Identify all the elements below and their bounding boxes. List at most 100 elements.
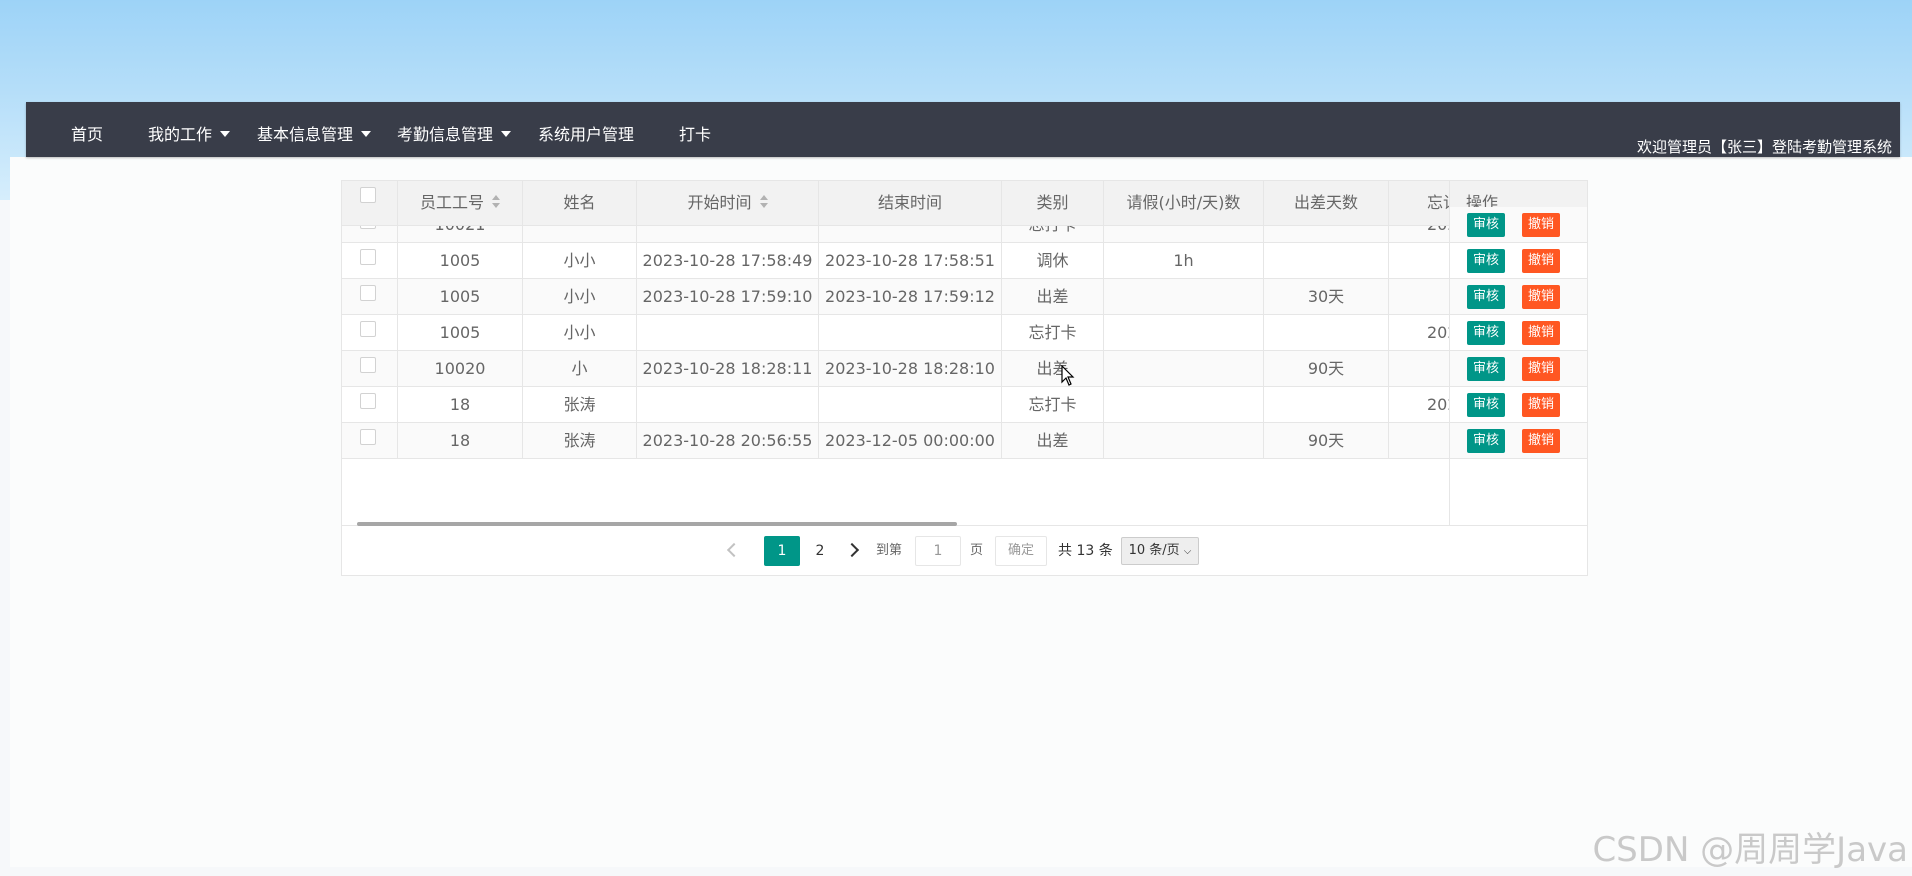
row-select-cell: [342, 225, 398, 242]
page-1-button[interactable]: 1: [764, 536, 800, 566]
approve-button[interactable]: 审核: [1467, 429, 1506, 453]
cell-type: 出差: [1002, 423, 1104, 458]
cell-name: 小小: [523, 279, 637, 314]
nav-attendance[interactable]: 考勤信息管理: [397, 102, 512, 157]
cell-start: 2023-10-28 17:58:49: [637, 243, 819, 278]
nav-basic-info[interactable]: 基本信息管理: [257, 102, 372, 157]
row-checkbox[interactable]: [360, 393, 376, 409]
top-navbar: 首页 我的工作 基本信息管理 考勤信息管理 系统用户管理 打卡: [26, 102, 1900, 157]
row-checkbox[interactable]: [360, 285, 376, 301]
table-row: 18 张涛 2023-10-28 20:56:55 2023-12-05 00:00:…: [342, 423, 1587, 459]
cell-end: 2023-10-28 18:28:10: [819, 351, 1002, 386]
attendance-table: 员工工号 姓名 开始时间 结束时间 类别 请假(小时/天)数 出差天数 忘记 1…: [341, 180, 1588, 576]
cell-start: [637, 225, 819, 242]
page-suffix-label: 页: [970, 543, 984, 558]
prev-page-button[interactable]: [724, 536, 744, 566]
watermark: CSDN @周周学Java: [1592, 830, 1908, 870]
nav-my-work[interactable]: 我的工作: [148, 102, 231, 157]
page-2-button[interactable]: 2: [808, 536, 832, 566]
cell-name: 张涛: [523, 423, 637, 458]
operation-cell: 审核 撤销: [1450, 351, 1587, 387]
cell-end: [819, 387, 1002, 422]
header-end-time: 结束时间: [819, 181, 1002, 225]
cell-trip: [1264, 225, 1389, 242]
cell-end: 2023-10-28 17:58:51: [819, 243, 1002, 278]
cell-end: [819, 225, 1002, 242]
cell-leave: [1104, 351, 1264, 386]
cell-trip: [1264, 243, 1389, 278]
cell-leave: [1104, 315, 1264, 350]
header-type: 类别: [1002, 181, 1104, 225]
operation-cell: 审核 撤销: [1450, 387, 1587, 423]
cell-emp-no: 1005: [398, 243, 523, 278]
approve-button[interactable]: 审核: [1467, 285, 1506, 309]
revoke-button[interactable]: 撤销: [1522, 213, 1561, 237]
header-trip-days: 出差天数: [1264, 181, 1389, 225]
cell-start: 2023-10-28 20:56:55: [637, 423, 819, 458]
cell-leave: 1h: [1104, 243, 1264, 278]
cell-end: [819, 315, 1002, 350]
table-body: 10021一忘打卡2021005小小2023-10-28 17:58:49202…: [342, 225, 1587, 525]
approve-button[interactable]: 审核: [1467, 213, 1506, 237]
header-start-time[interactable]: 开始时间: [637, 181, 819, 225]
cell-type: 出差: [1002, 351, 1104, 386]
nav-home[interactable]: 首页: [71, 102, 103, 157]
goto-page-input[interactable]: 1: [915, 536, 961, 566]
header-leave: 请假(小时/天)数: [1104, 181, 1264, 225]
revoke-button[interactable]: 撤销: [1522, 321, 1561, 345]
select-all-checkbox[interactable]: [360, 187, 376, 203]
cell-leave: [1104, 225, 1264, 242]
cell-trip: 90天: [1264, 423, 1389, 458]
revoke-button[interactable]: 撤销: [1522, 357, 1561, 381]
goto-confirm-button[interactable]: 确定: [995, 536, 1047, 566]
operation-cell: 审核 撤销: [1450, 207, 1587, 243]
revoke-button[interactable]: 撤销: [1522, 429, 1561, 453]
chevron-right-icon: [844, 542, 860, 558]
caret-down-icon: [220, 130, 231, 137]
row-select-cell: [342, 279, 398, 314]
caret-down-icon: [501, 130, 512, 137]
row-select-cell: [342, 387, 398, 422]
cell-trip: 90天: [1264, 351, 1389, 386]
cell-type: 出差: [1002, 279, 1104, 314]
row-checkbox[interactable]: [360, 429, 376, 445]
approve-button[interactable]: 审核: [1467, 321, 1506, 345]
revoke-button[interactable]: 撤销: [1522, 249, 1561, 273]
header-name: 姓名: [523, 181, 637, 225]
revoke-button[interactable]: 撤销: [1522, 393, 1561, 417]
approve-button[interactable]: 审核: [1467, 393, 1506, 417]
cell-start: 2023-10-28 17:59:10: [637, 279, 819, 314]
operation-cell: 审核 撤销: [1450, 423, 1587, 459]
header-emp-no[interactable]: 员工工号: [398, 181, 523, 225]
row-select-cell: [342, 423, 398, 458]
sort-icon[interactable]: [492, 194, 500, 209]
approve-button[interactable]: 审核: [1467, 249, 1506, 273]
cell-name: 小: [523, 351, 637, 386]
next-page-button[interactable]: [842, 536, 862, 566]
cell-emp-no: 18: [398, 423, 523, 458]
operation-column: 操作 审核 撤销 审核 撤销 审核 撤销 审核 撤销 审核 撤销 审核 撤销 审核 撤销: [1449, 181, 1587, 525]
nav-clock-in[interactable]: 打卡: [679, 102, 711, 157]
page-size-select[interactable]: 10 条/页 ⌵: [1121, 537, 1199, 565]
cell-trip: [1264, 387, 1389, 422]
cell-type: 忘打卡: [1002, 387, 1104, 422]
chevron-left-icon: [726, 542, 742, 558]
cell-end: 2023-10-28 17:59:12: [819, 279, 1002, 314]
cell-trip: [1264, 315, 1389, 350]
approve-button[interactable]: 审核: [1467, 357, 1506, 381]
row-checkbox[interactable]: [360, 357, 376, 373]
row-checkbox[interactable]: [360, 321, 376, 337]
cell-type: 忘打卡: [1002, 225, 1104, 242]
cell-leave: [1104, 387, 1264, 422]
sort-icon[interactable]: [759, 194, 768, 209]
cell-type: 忘打卡: [1002, 315, 1104, 350]
cell-end: 2023-12-05 00:00:00: [819, 423, 1002, 458]
revoke-button[interactable]: 撤销: [1522, 285, 1561, 309]
cell-start: [637, 387, 819, 422]
nav-system-users[interactable]: 系统用户管理: [538, 102, 634, 157]
cell-emp-no: 18: [398, 387, 523, 422]
row-checkbox[interactable]: [360, 249, 376, 265]
cell-leave: [1104, 279, 1264, 314]
cell-emp-no: 1005: [398, 279, 523, 314]
horizontal-scrollbar[interactable]: [357, 522, 957, 526]
